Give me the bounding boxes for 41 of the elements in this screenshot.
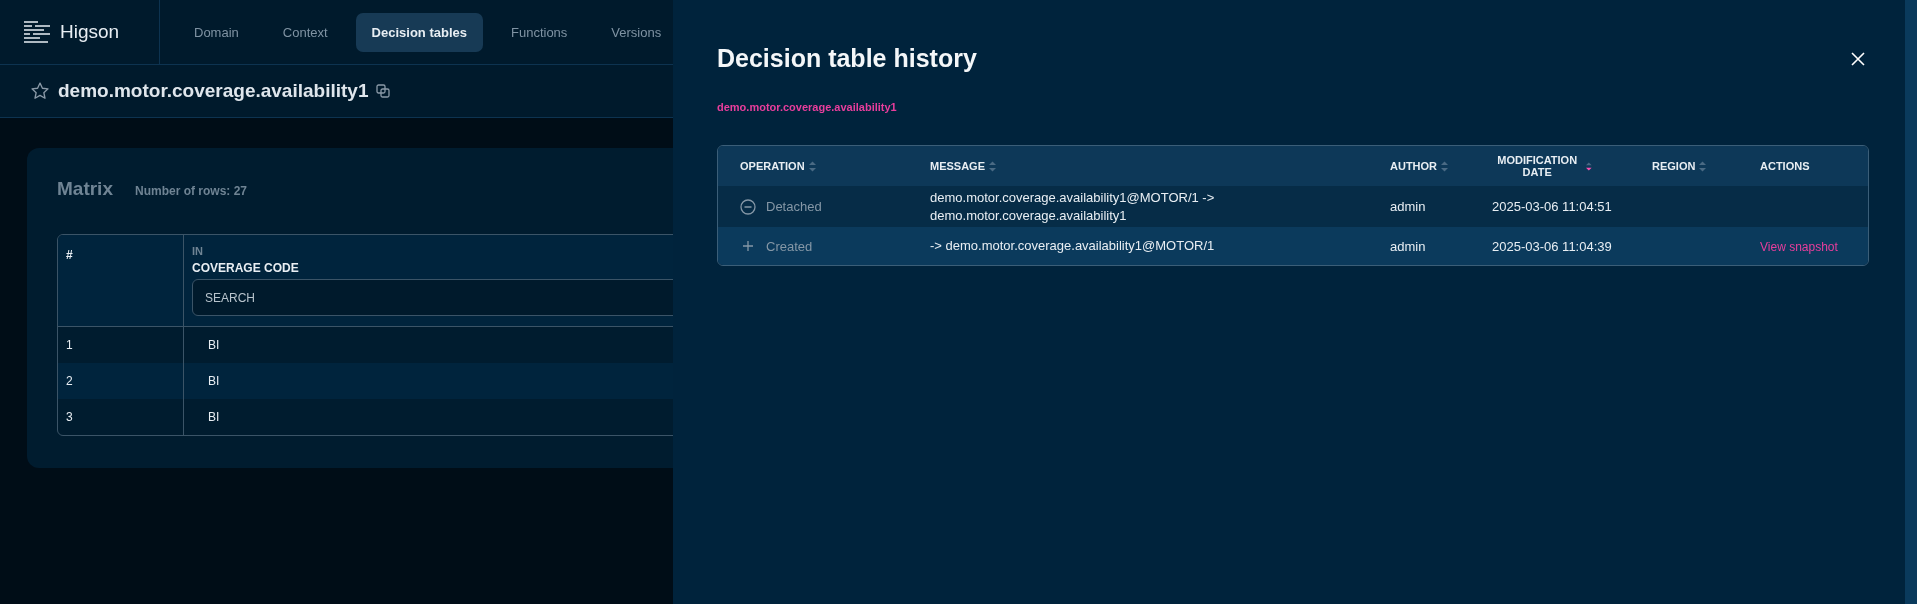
column-header[interactable]: MESSAGE (930, 160, 985, 172)
column-header: COVERAGE CODE (192, 261, 299, 275)
column-header[interactable]: MODIFICATION DATE (1492, 154, 1583, 178)
logo-icon (24, 21, 50, 43)
sort-icon[interactable] (1441, 160, 1449, 172)
star-icon[interactable] (30, 81, 50, 101)
copy-icon[interactable] (376, 84, 391, 98)
operation-text: Detached (766, 199, 822, 215)
column-header: # (66, 248, 73, 262)
table-cell-text: -> demo.motor.coverage.availability1@MOTOR/1 (930, 237, 1216, 255)
table-cell-text: demo.motor.coverage.availability1@MOTOR/1 -> demo.motor.coverage.availability1 (930, 189, 1216, 225)
minus-circle-icon (740, 198, 756, 215)
column-header[interactable]: OPERATION (740, 160, 805, 172)
operation-text: Created (766, 238, 813, 254)
nav-tab[interactable]: Decision tables (355, 12, 483, 52)
nav-tab[interactable]: Versions (595, 12, 678, 52)
table-cell-text: admin (1390, 238, 1427, 254)
nav-tab[interactable]: Functions (495, 12, 584, 52)
scrollbar[interactable] (1905, 0, 1917, 604)
nav-tab[interactable]: Context (266, 12, 344, 52)
close-icon (1851, 51, 1865, 66)
sort-icon[interactable] (808, 160, 816, 172)
sort-icon[interactable] (989, 160, 996, 172)
nav-tab[interactable]: Domain (178, 12, 255, 52)
table-cell-text: 2025-03-06 11:04:39 (1492, 238, 1613, 254)
table-cell-text: admin (1390, 199, 1427, 215)
column-header: ACTIONS (1760, 160, 1810, 172)
column-header[interactable]: AUTHOR (1390, 160, 1438, 172)
column-header[interactable]: REGION (1652, 160, 1696, 172)
sort-icon[interactable] (1586, 160, 1592, 172)
row-count: Number of rows: 27 (134, 184, 247, 198)
drawer-title: Decision table history (717, 44, 977, 73)
matrix-title: Matrix (57, 178, 113, 200)
table-cell: 3 (58, 399, 184, 435)
table-name: demo.motor.coverage.availability1 (717, 101, 898, 113)
sort-icon[interactable] (1699, 160, 1707, 172)
table-cell-text: 2025-03-06 11:04:51 (1492, 199, 1613, 215)
page-title: demo.motor.coverage.availability1 (58, 80, 369, 102)
table-cell: 2 (58, 363, 184, 399)
column-group: IN (192, 245, 203, 257)
logo-text: Higson (60, 21, 120, 43)
